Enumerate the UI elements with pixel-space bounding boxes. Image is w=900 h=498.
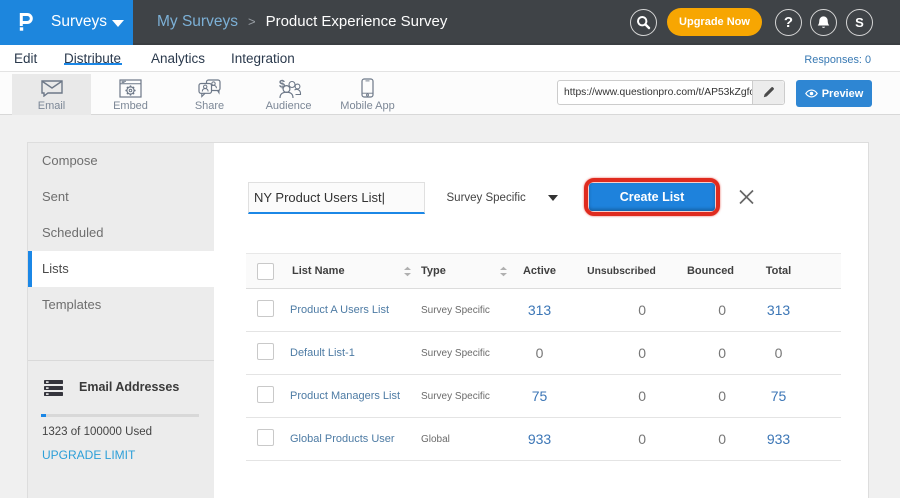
svg-text:$: $ [279, 78, 285, 90]
